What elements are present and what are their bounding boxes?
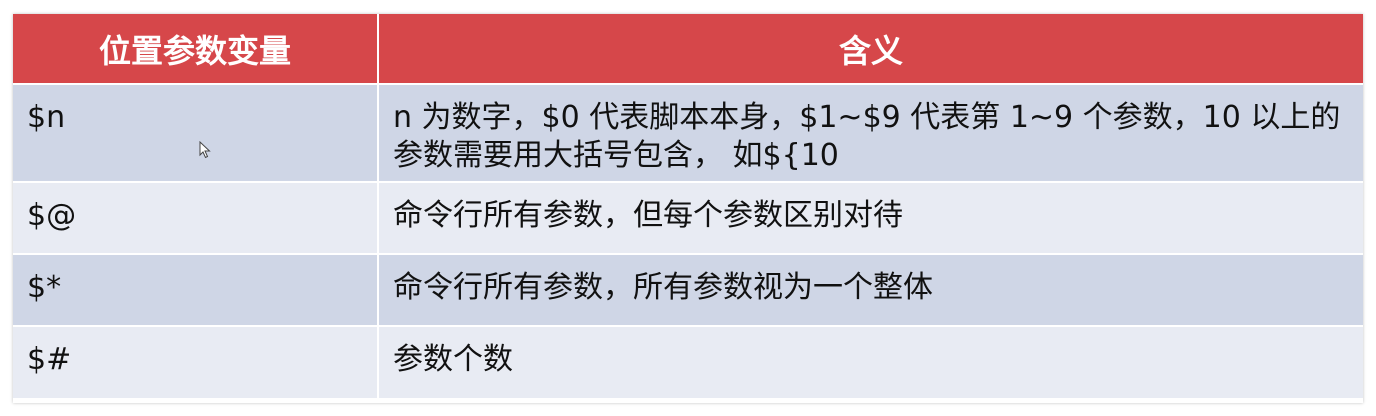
table-row: $n n 为数字，$0 代表脚本本身，$1~$9 代表第 1~9 个参数，10 … — [13, 83, 1363, 182]
variable-cell: $# — [13, 325, 379, 398]
table-row: $* 命令行所有参数，所有参数视为一个整体 — [13, 253, 1363, 326]
positional-parameters-table: 位置参数变量 含义 $n n 为数字，$0 代表脚本本身，$1~$9 代表第 1… — [13, 14, 1363, 398]
positional-parameters-table-container: 位置参数变量 含义 $n n 为数字，$0 代表脚本本身，$1~$9 代表第 1… — [13, 14, 1363, 403]
header-variable: 位置参数变量 — [13, 14, 379, 84]
variable-cell: $@ — [13, 181, 379, 254]
header-meaning: 含义 — [378, 14, 1363, 84]
variable-cell: $n — [13, 83, 379, 182]
table-row: $@ 命令行所有参数，但每个参数区别对待 — [13, 181, 1363, 254]
variable-cell: $* — [13, 253, 379, 326]
table-header-row: 位置参数变量 含义 — [13, 14, 1363, 84]
meaning-cell: 参数个数 — [378, 325, 1363, 398]
meaning-cell: 命令行所有参数，所有参数视为一个整体 — [378, 253, 1363, 326]
meaning-cell: 命令行所有参数，但每个参数区别对待 — [378, 181, 1363, 254]
mouse-cursor-icon — [199, 141, 211, 159]
table-row: $# 参数个数 — [13, 325, 1363, 398]
meaning-cell: n 为数字，$0 代表脚本本身，$1~$9 代表第 1~9 个参数，10 以上的… — [378, 83, 1363, 182]
